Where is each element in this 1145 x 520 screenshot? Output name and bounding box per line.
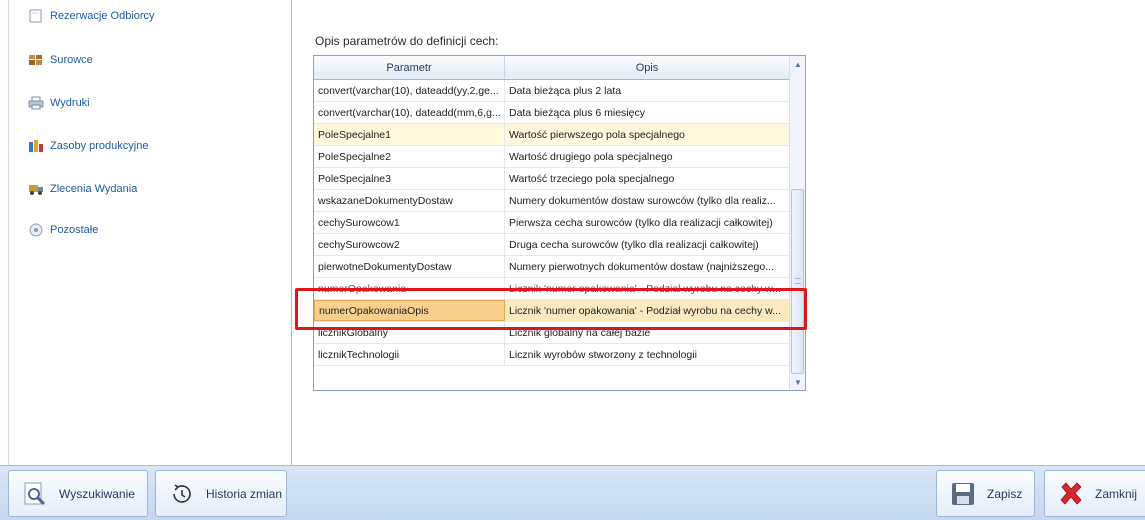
param-cell[interactable]: cechySurowcow1 [314, 212, 505, 233]
sidebar-item-label: Pozostałe [50, 224, 99, 236]
history-button-label: Historia zmian [206, 486, 283, 501]
param-cell[interactable]: convert(varchar(10), dateadd(mm,6,g... [314, 102, 505, 123]
reservation-icon [28, 9, 44, 23]
close-button-label: Zamknij [1095, 486, 1138, 501]
table-row[interactable]: wskazaneDokumentyDostaw Numery dokumentó… [314, 190, 790, 212]
magnifier-icon [21, 480, 49, 508]
search-button-label: Wyszukiwanie [59, 486, 135, 501]
sidebar-item-surowce[interactable]: Surowce [28, 50, 93, 70]
history-icon [168, 480, 196, 508]
sidebar-item-label: Surowce [50, 54, 93, 66]
desc-cell[interactable]: Wartość drugiego pola specjalnego [505, 146, 790, 167]
materials-icon [28, 53, 44, 67]
column-header-parametr[interactable]: Parametr [314, 56, 505, 79]
desc-cell[interactable]: Numery dokumentów dostaw surowców (tylko… [505, 190, 790, 211]
param-cell[interactable]: licznikTechnologii [314, 344, 505, 365]
sidebar-item-zasoby-produkcyjne[interactable]: Zasoby produkcyjne [28, 136, 148, 156]
scroll-down-icon[interactable]: ▼ [790, 374, 805, 390]
main-panel: Opis parametrów do definicji cech: Param… [293, 0, 1145, 465]
desc-cell[interactable]: Druga cecha surowców (tylko dla realizac… [505, 234, 790, 255]
production-resources-icon [28, 139, 44, 153]
sidebar-item-wydruki[interactable]: Wydruki [28, 93, 90, 113]
param-cell[interactable]: convert(varchar(10), dateadd(yy,2,ge... [314, 80, 505, 101]
desc-cell[interactable]: Wartość pierwszego pola specjalnego [505, 124, 790, 145]
param-cell[interactable]: PoleSpecjalne2 [314, 146, 505, 167]
column-header-opis[interactable]: Opis [505, 56, 790, 79]
sidebar-item-label: Zasoby produkcyjne [50, 140, 149, 152]
section-label: Opis parametrów do definicji cech: [315, 34, 499, 48]
table-row[interactable]: PoleSpecjalne1 Wartość pierwszego pola s… [314, 124, 790, 146]
table-row[interactable]: convert(varchar(10), dateadd(mm,6,g... D… [314, 102, 790, 124]
table-row[interactable]: pierwotneDokumentyDostaw Numery pierwotn… [314, 256, 790, 278]
table-row[interactable]: PoleSpecjalne2 Wartość drugiego pola spe… [314, 146, 790, 168]
param-cell[interactable]: wskazaneDokumentyDostaw [314, 190, 505, 211]
sidebar-item-pozostale[interactable]: Pozostałe [28, 220, 98, 240]
param-cell[interactable]: PoleSpecjalne1 [314, 124, 505, 145]
scroll-thumb[interactable] [791, 189, 804, 374]
table-row[interactable]: PoleSpecjalne3 Wartość trzeciego pola sp… [314, 168, 790, 190]
sidebar-item-label: Wydruki [50, 97, 90, 109]
desc-cell[interactable]: Data bieżąca plus 2 lata [505, 80, 790, 101]
truck-icon [28, 182, 44, 196]
history-button[interactable]: Historia zmian [155, 470, 287, 517]
save-button[interactable]: Zapisz [936, 470, 1036, 517]
close-icon [1057, 480, 1085, 508]
save-button-label: Zapisz [987, 486, 1023, 501]
printer-icon [28, 96, 44, 110]
table-row[interactable]: cechySurowcow2 Druga cecha surowców (tyl… [314, 234, 790, 256]
table-row[interactable]: cechySurowcow1 Pierwsza cecha surowców (… [314, 212, 790, 234]
sidebar-item-label: Zlecenia Wydania [50, 183, 138, 195]
other-icon [28, 223, 44, 237]
parameters-grid[interactable]: Parametr Opis convert(varchar(10), datea… [313, 55, 806, 391]
grid-header: Parametr Opis [314, 56, 790, 80]
search-button[interactable]: Wyszukiwanie [8, 470, 148, 517]
sidebar-item-label: Rezerwacje Odbiorcy [50, 10, 155, 22]
bottom-toolbar: Wyszukiwanie Historia zmian Zapisz Zamkn… [0, 465, 1145, 520]
table-row[interactable]: convert(varchar(10), dateadd(yy,2,ge... … [314, 80, 790, 102]
param-cell[interactable]: pierwotneDokumentyDostaw [314, 256, 505, 277]
desc-cell[interactable]: Wartość trzeciego pola specjalnego [505, 168, 790, 189]
vertical-scrollbar[interactable]: ▲ ▼ [789, 56, 805, 390]
floppy-disk-icon [949, 480, 977, 508]
sidebar-item-rezerwacje-odbiorcy[interactable]: Rezerwacje Odbiorcy [28, 6, 155, 26]
sidebar-item-zlecenia-wydania[interactable]: Zlecenia Wydania [28, 179, 137, 199]
desc-cell[interactable]: Data bieżąca plus 6 miesięcy [505, 102, 790, 123]
highlight-annotation [295, 288, 807, 330]
grip-icon [795, 278, 801, 284]
param-cell[interactable]: cechySurowcow2 [314, 234, 505, 255]
close-button[interactable]: Zamknij [1044, 470, 1145, 517]
desc-cell[interactable]: Numery pierwotnych dokumentów dostaw (na… [505, 256, 790, 277]
param-cell[interactable]: PoleSpecjalne3 [314, 168, 505, 189]
scroll-up-icon[interactable]: ▲ [790, 56, 805, 72]
desc-cell[interactable]: Licznik wyrobów stworzony z technologii [505, 344, 790, 365]
table-row[interactable]: licznikTechnologii Licznik wyrobów stwor… [314, 344, 790, 366]
desc-cell[interactable]: Pierwsza cecha surowców (tylko dla reali… [505, 212, 790, 233]
left-sidebar: Rezerwacje Odbiorcy Surowce Wydruki Zaso… [0, 0, 292, 465]
